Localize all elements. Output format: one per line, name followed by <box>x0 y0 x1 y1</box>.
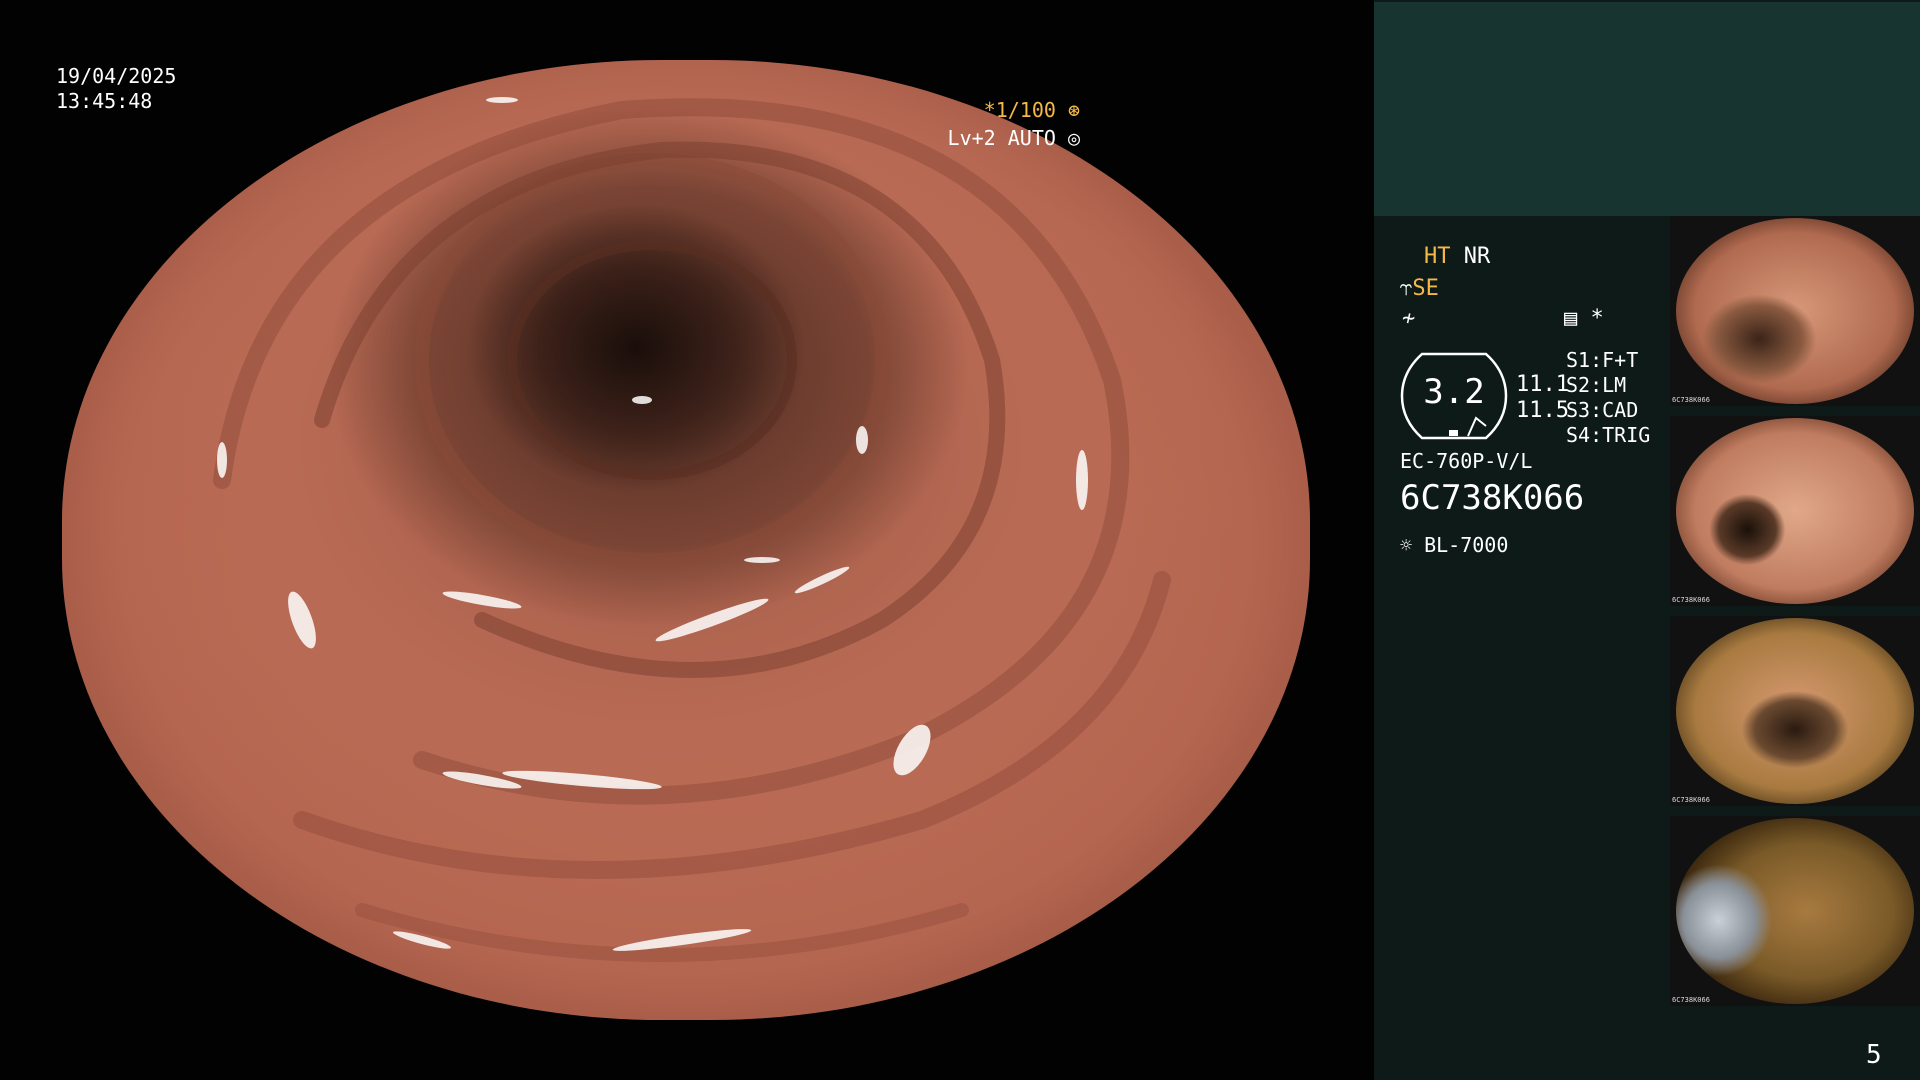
structure-enhancement-row: ⥾SE <box>1400 276 1439 302</box>
thumbnail-caption: 6C738K066 <box>1672 396 1710 404</box>
thumbnail-1[interactable]: 6C738K066 <box>1670 216 1920 406</box>
scope-serial: 6C738K066 <box>1400 478 1585 518</box>
date-text: 19/04/2025 <box>56 64 177 88</box>
thumbnail-caption: 6C738K066 <box>1672 796 1710 804</box>
thumbnail-image <box>1676 818 1914 1004</box>
level-text: Lv+2 AUTO <box>947 126 1056 150</box>
endoscopy-screen: 19/04/2025 13:45:48 *1/100 ⊛ Lv+2 AUTO ◎… <box>0 0 1920 1080</box>
panel-banner <box>1374 2 1920 216</box>
switch-2: S2:LM <box>1566 373 1627 397</box>
scope-model: EC-760P-V/L <box>1400 449 1533 473</box>
colon-folds-illustration <box>213 97 1171 962</box>
thumbnail-3[interactable]: 6C738K066 <box>1670 616 1920 806</box>
light-source-icon: ☼ <box>1400 533 1413 557</box>
timestamp: 19/04/2025 13:45:48 <box>56 64 176 114</box>
thumbnail-caption: 6C738K066 <box>1672 596 1710 604</box>
image-enhancement-row: HT NR <box>1424 244 1490 270</box>
value-2: 11.5 <box>1516 398 1569 423</box>
switch-4: S4:TRIG <box>1566 423 1651 447</box>
settings-icon: ▤ * <box>1564 306 1604 331</box>
endoscope-main-view <box>62 60 1310 1020</box>
switch-3: S3:CAD <box>1566 398 1639 422</box>
thumbnail-image <box>1676 618 1914 804</box>
light-source-text: BL-7000 <box>1424 533 1509 557</box>
thumbnail-image <box>1676 218 1914 404</box>
color-mode-icon: ≁ <box>1402 306 1416 331</box>
shutter-indicator: *1/100 ⊛ <box>984 98 1080 123</box>
aperture-icon: ⊛ <box>1067 98 1080 122</box>
time-text: 13:45:48 <box>56 89 153 113</box>
auto-iris-icon: ◎ <box>1067 126 1080 150</box>
thumbnail-2[interactable]: 6C738K066 <box>1670 416 1920 606</box>
brightness-level-indicator: Lv+2 AUTO ◎ <box>948 126 1080 151</box>
ht-label: HT <box>1424 244 1451 269</box>
se-label: SE <box>1412 276 1439 301</box>
scope-value: 3.2 <box>1423 372 1485 412</box>
thumbnail-caption: 6C738K066 <box>1672 996 1710 1004</box>
page-number: 5 <box>1866 1040 1882 1070</box>
thumbnail-4[interactable]: 6C738K066 <box>1670 816 1920 1006</box>
light-source-row: ☼ BL-7000 <box>1400 532 1508 558</box>
shutter-text: *1/100 <box>983 98 1056 122</box>
nr-label: NR <box>1463 244 1491 269</box>
value-1: 11.1 <box>1516 372 1569 397</box>
switch-1: S1:F+T <box>1566 348 1639 372</box>
structure-icon: ⥾ <box>1400 276 1413 301</box>
thumbnail-image <box>1676 418 1914 604</box>
